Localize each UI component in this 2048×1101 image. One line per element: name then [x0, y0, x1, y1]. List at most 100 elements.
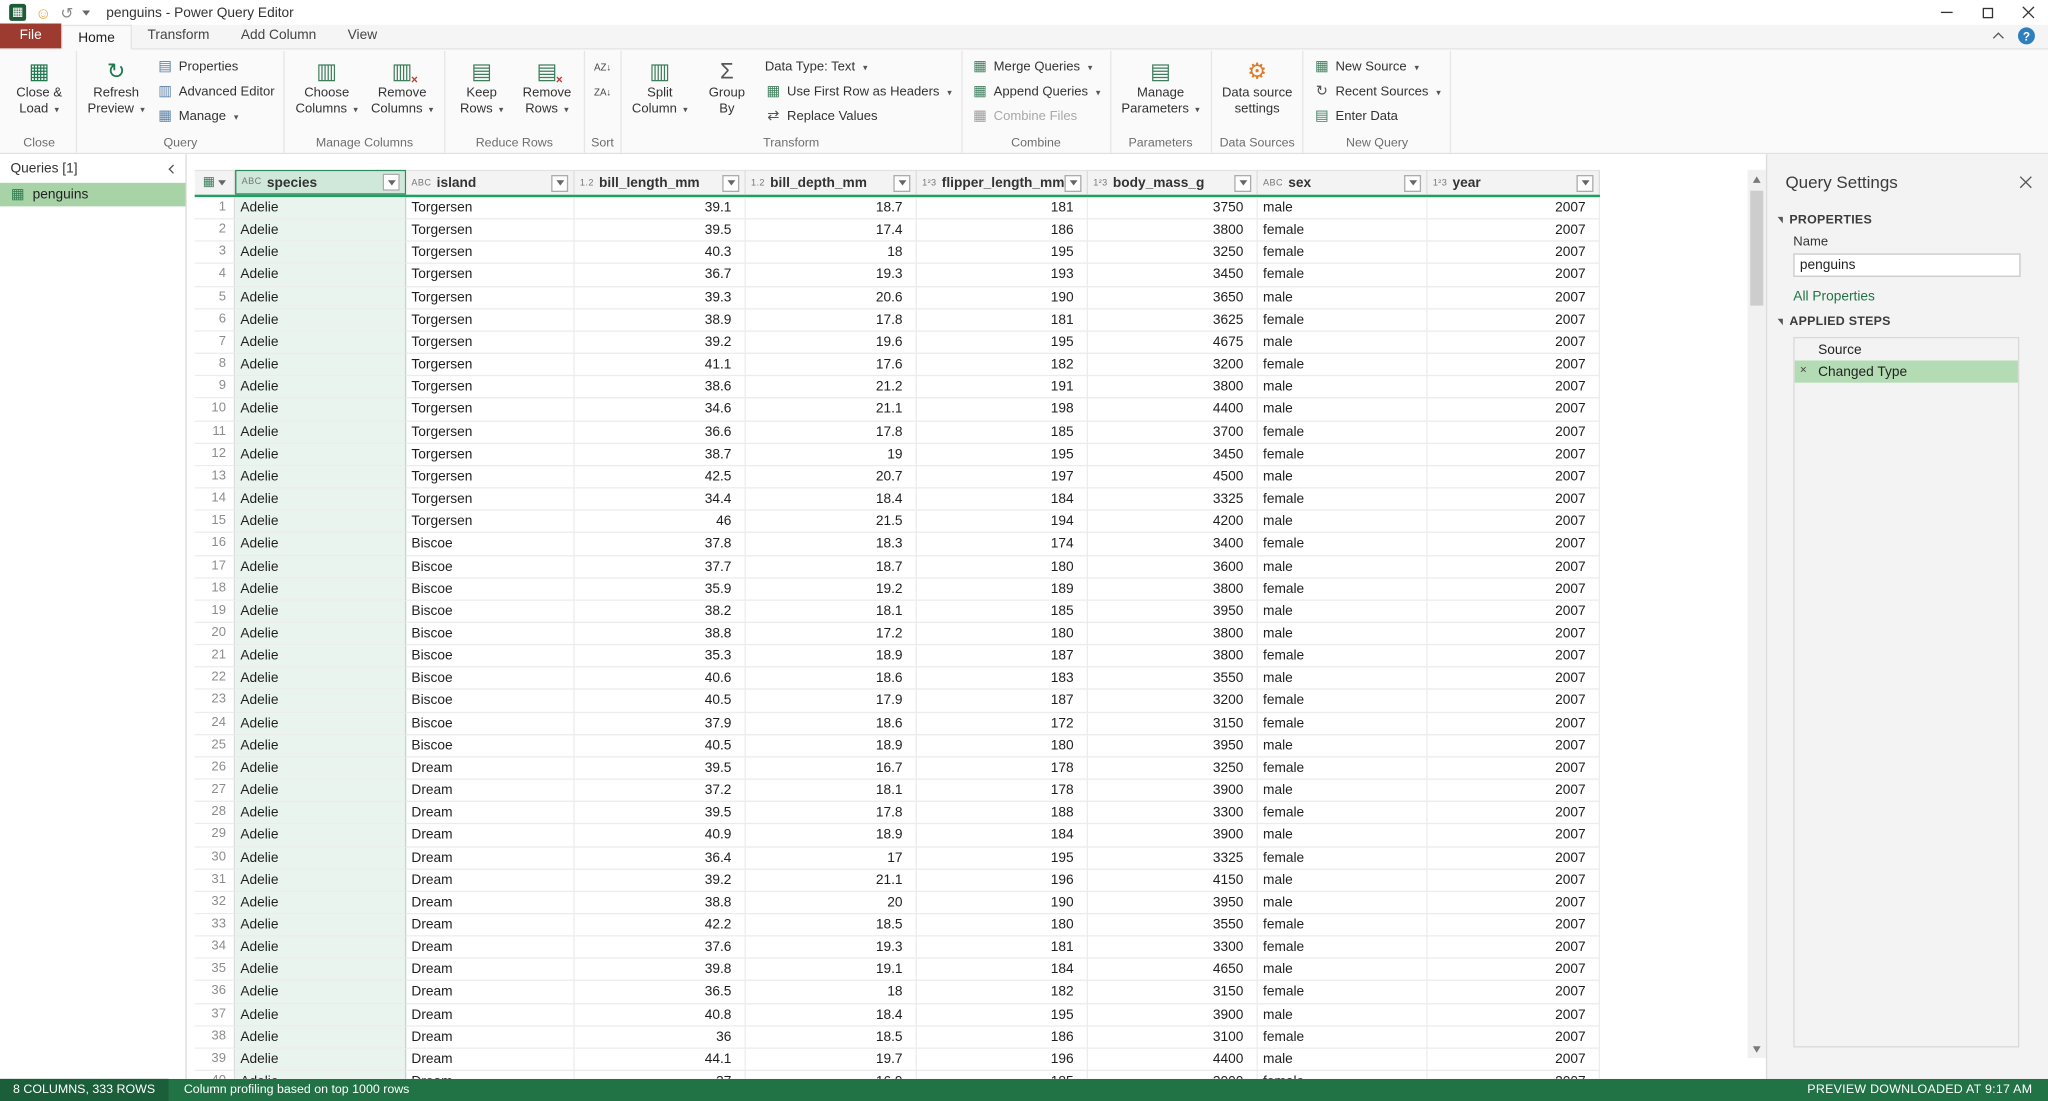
- cell-sex[interactable]: male: [1258, 735, 1428, 757]
- cell-bill_depth_mm[interactable]: 18.9: [746, 825, 917, 847]
- cell-flipper_length_mm[interactable]: 190: [917, 892, 1088, 914]
- cell-body_mass_g[interactable]: 3550: [1088, 668, 1258, 690]
- cell-flipper_length_mm[interactable]: 184: [917, 825, 1088, 847]
- cell-year[interactable]: 2007: [1428, 264, 1600, 286]
- row-number[interactable]: 13: [195, 466, 235, 488]
- tab-file[interactable]: File: [0, 24, 61, 49]
- cell-island[interactable]: Torgersen: [406, 444, 574, 466]
- cell-year[interactable]: 2007: [1428, 982, 1600, 1004]
- cell-bill_length_mm[interactable]: 39.8: [575, 959, 746, 981]
- cell-bill_length_mm[interactable]: 39.5: [575, 220, 746, 242]
- scroll-up-button[interactable]: [1748, 170, 1766, 188]
- cell-island[interactable]: Dream: [406, 1026, 574, 1048]
- cell-sex[interactable]: male: [1258, 623, 1428, 645]
- button-advanced-editor[interactable]: ▥Advanced Editor: [153, 82, 279, 102]
- cell-bill_length_mm[interactable]: 38.8: [575, 892, 746, 914]
- filter-button-year[interactable]: [1576, 174, 1593, 191]
- applied-steps-section-header[interactable]: APPLIED STEPS: [1767, 307, 2048, 334]
- cell-body_mass_g[interactable]: 3450: [1088, 264, 1258, 286]
- cell-flipper_length_mm[interactable]: 182: [917, 354, 1088, 376]
- filter-button-sex[interactable]: [1404, 174, 1421, 191]
- cell-sex[interactable]: male: [1258, 399, 1428, 421]
- cell-body_mass_g[interactable]: 3000: [1088, 1071, 1258, 1079]
- column-header-bill_depth_mm[interactable]: 1.2bill_depth_mm: [746, 170, 917, 195]
- cell-year[interactable]: 2007: [1428, 914, 1600, 936]
- row-number[interactable]: 40: [195, 1071, 235, 1079]
- cell-sex[interactable]: female: [1258, 914, 1428, 936]
- cell-island[interactable]: Torgersen: [406, 197, 574, 219]
- cell-bill_depth_mm[interactable]: 17.9: [746, 690, 917, 712]
- cell-bill_depth_mm[interactable]: 18.7: [746, 556, 917, 578]
- cell-flipper_length_mm[interactable]: 172: [917, 713, 1088, 735]
- button-new-source[interactable]: ▦New Source▾: [1309, 57, 1444, 77]
- cell-year[interactable]: 2007: [1428, 399, 1600, 421]
- column-header-sex[interactable]: ABCsex: [1258, 170, 1428, 195]
- cell-island[interactable]: Torgersen: [406, 489, 574, 511]
- cell-island[interactable]: Dream: [406, 847, 574, 869]
- row-number[interactable]: 30: [195, 847, 235, 869]
- cell-sex[interactable]: male: [1258, 780, 1428, 802]
- button-enter-data[interactable]: ▤Enter Data: [1309, 107, 1444, 127]
- cell-species[interactable]: Adelie: [235, 937, 406, 959]
- cell-bill_length_mm[interactable]: 40.3: [575, 242, 746, 264]
- row-number[interactable]: 29: [195, 825, 235, 847]
- cell-species[interactable]: Adelie: [235, 376, 406, 398]
- cell-sex[interactable]: male: [1258, 376, 1428, 398]
- cell-body_mass_g[interactable]: 3600: [1088, 556, 1258, 578]
- cell-bill_depth_mm[interactable]: 18.7: [746, 197, 917, 219]
- cell-island[interactable]: Torgersen: [406, 287, 574, 309]
- cell-year[interactable]: 2007: [1428, 690, 1600, 712]
- cell-bill_length_mm[interactable]: 42.2: [575, 914, 746, 936]
- cell-island[interactable]: Biscoe: [406, 735, 574, 757]
- cell-bill_length_mm[interactable]: 34.6: [575, 399, 746, 421]
- cell-body_mass_g[interactable]: 3400: [1088, 533, 1258, 555]
- cell-bill_depth_mm[interactable]: 21.1: [746, 399, 917, 421]
- cell-sex[interactable]: female: [1258, 242, 1428, 264]
- button-close-load[interactable]: ▦Close &Load ▾: [8, 51, 71, 118]
- cell-island[interactable]: Biscoe: [406, 690, 574, 712]
- cell-island[interactable]: Dream: [406, 959, 574, 981]
- cell-island[interactable]: Dream: [406, 1049, 574, 1071]
- cell-year[interactable]: 2007: [1428, 1026, 1600, 1048]
- cell-sex[interactable]: female: [1258, 802, 1428, 824]
- cell-year[interactable]: 2007: [1428, 668, 1600, 690]
- button-append-queries[interactable]: ▦Append Queries▾: [968, 82, 1105, 102]
- button-refresh-preview[interactable]: ↻RefreshPreview ▾: [82, 51, 150, 118]
- row-number[interactable]: 27: [195, 780, 235, 802]
- cell-island[interactable]: Torgersen: [406, 376, 574, 398]
- cell-island[interactable]: Torgersen: [406, 220, 574, 242]
- cell-year[interactable]: 2007: [1428, 354, 1600, 376]
- cell-flipper_length_mm[interactable]: 195: [917, 332, 1088, 354]
- cell-species[interactable]: Adelie: [235, 869, 406, 891]
- cell-sex[interactable]: male: [1258, 197, 1428, 219]
- button-group-by[interactable]: ΣGroupBy: [696, 51, 759, 116]
- filter-button-bill_length_mm[interactable]: [722, 174, 739, 191]
- cell-sex[interactable]: male: [1258, 869, 1428, 891]
- cell-year[interactable]: 2007: [1428, 489, 1600, 511]
- cell-species[interactable]: Adelie: [235, 242, 406, 264]
- cell-bill_length_mm[interactable]: 37: [575, 1071, 746, 1079]
- cell-sex[interactable]: male: [1258, 825, 1428, 847]
- cell-bill_length_mm[interactable]: 36.7: [575, 264, 746, 286]
- cell-year[interactable]: 2007: [1428, 197, 1600, 219]
- cell-body_mass_g[interactable]: 4150: [1088, 869, 1258, 891]
- cell-flipper_length_mm[interactable]: 197: [917, 466, 1088, 488]
- row-number[interactable]: 15: [195, 511, 235, 533]
- cell-species[interactable]: Adelie: [235, 1004, 406, 1026]
- cell-flipper_length_mm[interactable]: 174: [917, 533, 1088, 555]
- cell-year[interactable]: 2007: [1428, 847, 1600, 869]
- row-number[interactable]: 11: [195, 421, 235, 443]
- applied-step-source[interactable]: Source: [1795, 338, 2018, 360]
- cell-sex[interactable]: female: [1258, 489, 1428, 511]
- cell-body_mass_g[interactable]: 3650: [1088, 287, 1258, 309]
- row-number[interactable]: 12: [195, 444, 235, 466]
- cell-island[interactable]: Torgersen: [406, 242, 574, 264]
- cell-species[interactable]: Adelie: [235, 466, 406, 488]
- row-number[interactable]: 16: [195, 533, 235, 555]
- cell-island[interactable]: Biscoe: [406, 623, 574, 645]
- cell-body_mass_g[interactable]: 3800: [1088, 220, 1258, 242]
- cell-sex[interactable]: female: [1258, 533, 1428, 555]
- cell-species[interactable]: Adelie: [235, 780, 406, 802]
- cell-island[interactable]: Dream: [406, 869, 574, 891]
- button-manage[interactable]: ▦Manage▾: [153, 107, 279, 127]
